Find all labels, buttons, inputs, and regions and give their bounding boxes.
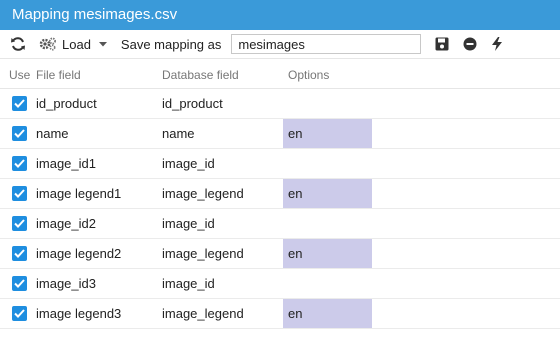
table-row: image legend1 image_legend en bbox=[0, 179, 560, 209]
options-cell[interactable]: en bbox=[283, 239, 372, 268]
table-header: Use File field Database field Options bbox=[0, 59, 560, 89]
refresh-icon[interactable] bbox=[10, 36, 26, 52]
options-cell[interactable]: en bbox=[283, 299, 372, 328]
database-field-cell[interactable]: image_legend bbox=[162, 246, 244, 261]
database-field-cell[interactable]: image_legend bbox=[162, 186, 244, 201]
load-label: Load bbox=[62, 36, 91, 52]
table-row: image_id2 image_id bbox=[0, 209, 560, 239]
window-title: Mapping mesimages.csv bbox=[0, 0, 560, 30]
file-field-cell: id_product bbox=[36, 96, 97, 111]
options-cell bbox=[283, 209, 372, 238]
use-checkbox[interactable] bbox=[12, 96, 27, 111]
chevron-down-icon bbox=[98, 40, 107, 48]
use-checkbox[interactable] bbox=[12, 306, 27, 321]
database-field-cell[interactable]: image_id bbox=[162, 216, 215, 231]
load-button[interactable]: Load bbox=[38, 36, 107, 52]
database-field-cell[interactable]: image_legend bbox=[162, 306, 244, 321]
use-checkbox[interactable] bbox=[12, 276, 27, 291]
file-field-cell: image_id3 bbox=[36, 276, 96, 291]
options-cell bbox=[283, 269, 372, 298]
use-checkbox[interactable] bbox=[12, 186, 27, 201]
table-row: image legend3 image_legend en bbox=[0, 299, 560, 329]
use-checkbox[interactable] bbox=[12, 126, 27, 141]
cog-icon bbox=[38, 36, 58, 52]
options-cell[interactable]: en bbox=[283, 119, 372, 148]
file-field-cell: image legend2 bbox=[36, 246, 122, 261]
mapping-name-input[interactable] bbox=[231, 34, 422, 54]
options-cell[interactable]: en bbox=[283, 179, 372, 208]
column-header-options: Options bbox=[288, 68, 330, 82]
column-header-file-field: File field bbox=[36, 68, 81, 82]
file-field-cell: image legend3 bbox=[36, 306, 122, 321]
database-field-cell[interactable]: id_product bbox=[162, 96, 223, 111]
table-row: name name en bbox=[0, 119, 560, 149]
options-cell bbox=[283, 149, 372, 178]
floppy-icon[interactable] bbox=[435, 37, 449, 51]
save-mapping-label: Save mapping as bbox=[120, 36, 222, 52]
use-checkbox[interactable] bbox=[12, 216, 27, 231]
use-checkbox[interactable] bbox=[12, 156, 27, 171]
bolt-icon[interactable] bbox=[491, 37, 503, 51]
file-field-cell: name bbox=[36, 126, 69, 141]
database-field-cell[interactable]: name bbox=[162, 126, 195, 141]
database-field-cell[interactable]: image_id bbox=[162, 276, 215, 291]
minus-circle-icon[interactable] bbox=[463, 37, 477, 51]
mapping-table: id_product id_product name name en image… bbox=[0, 89, 560, 329]
column-header-use: Use bbox=[9, 68, 31, 82]
file-field-cell: image_id2 bbox=[36, 216, 96, 231]
table-row: image legend2 image_legend en bbox=[0, 239, 560, 269]
table-row: image_id3 image_id bbox=[0, 269, 560, 299]
use-checkbox[interactable] bbox=[12, 246, 27, 261]
table-row: id_product id_product bbox=[0, 89, 560, 119]
column-header-database-field: Database field bbox=[162, 68, 239, 82]
database-field-cell[interactable]: image_id bbox=[162, 156, 215, 171]
options-cell bbox=[283, 89, 372, 118]
file-field-cell: image_id1 bbox=[36, 156, 96, 171]
file-field-cell: image legend1 bbox=[36, 186, 122, 201]
table-row: image_id1 image_id bbox=[0, 149, 560, 179]
toolbar: Load Save mapping as bbox=[0, 30, 560, 59]
